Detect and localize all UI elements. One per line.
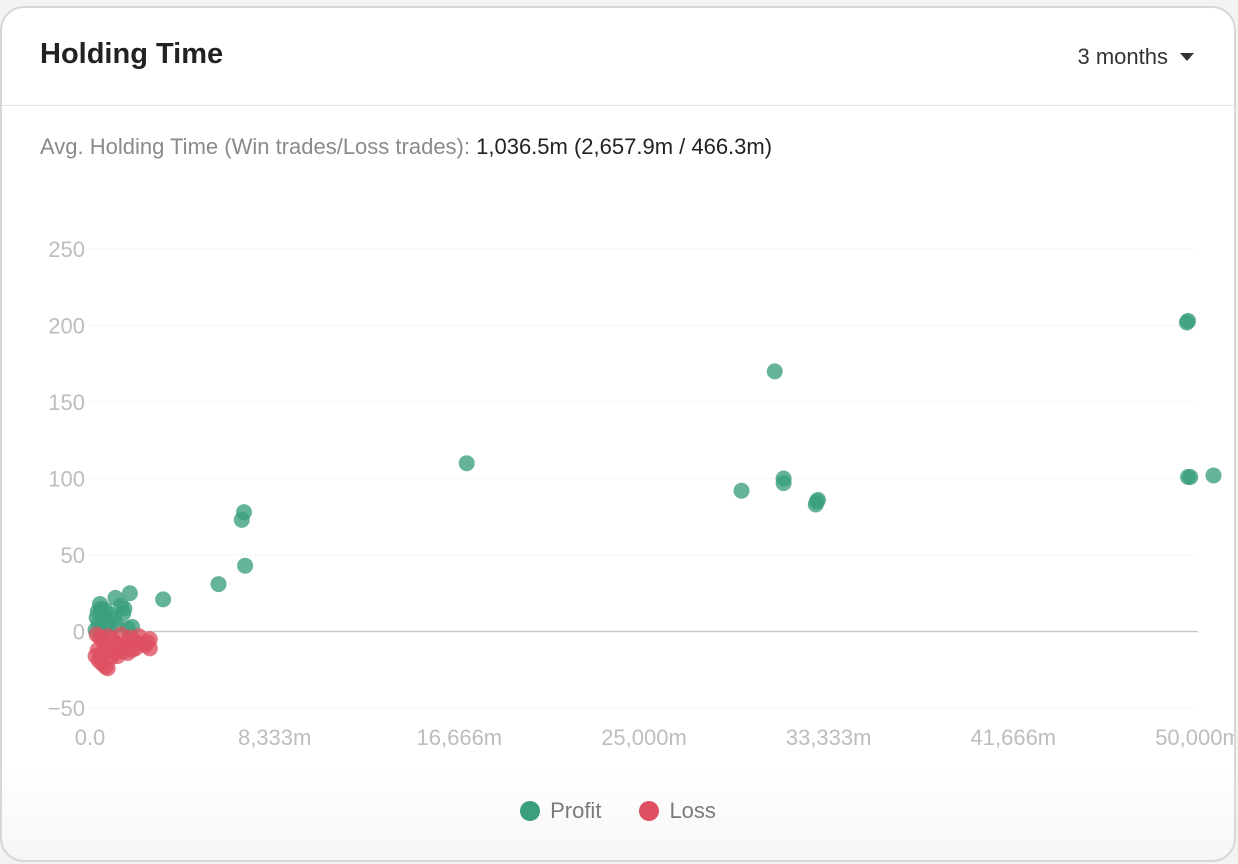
- profit-point: [155, 591, 172, 608]
- holding-time-card: Holding Time 3 months Avg. Holding Time …: [0, 6, 1236, 862]
- profit-point: [233, 511, 250, 528]
- x-tick-label: 25,000m: [601, 725, 687, 750]
- legend-label-profit: Profit: [550, 798, 602, 823]
- chart-legend: Profit Loss: [2, 798, 1234, 824]
- profit-point: [766, 363, 783, 380]
- loss-legend-dot: [639, 801, 660, 821]
- profit-point: [1182, 468, 1199, 485]
- y-tick-label: 50: [61, 543, 85, 568]
- holding-time-scatter-chart: 250 200 150 100 50 0 −50 0.0 8,333m 16,666m 25,000…: [48, 237, 1236, 750]
- x-tick-label: 0.0: [75, 725, 106, 750]
- x-tick-label: 41,666m: [971, 725, 1057, 750]
- loss-point: [141, 640, 158, 657]
- legend-item-profit[interactable]: Profit: [520, 798, 601, 824]
- profit-legend-dot: [520, 801, 541, 821]
- x-tick-label: 8,333m: [238, 725, 311, 750]
- legend-item-loss[interactable]: Loss: [639, 798, 716, 824]
- y-tick-label: 250: [48, 237, 85, 262]
- profit-point: [458, 455, 475, 472]
- y-tick-label: −50: [48, 696, 85, 721]
- profit-point: [807, 496, 824, 513]
- legend-label-loss: Loss: [669, 798, 716, 823]
- profit-point: [210, 576, 227, 593]
- y-tick-label: 150: [48, 390, 85, 415]
- x-tick-label: 16,666m: [417, 725, 503, 750]
- profit-point: [237, 557, 254, 574]
- x-tick-label: 50,000m: [1155, 725, 1236, 750]
- profit-point: [775, 475, 792, 492]
- profit-point: [733, 482, 750, 499]
- loss-point: [87, 647, 104, 664]
- y-tick-label: 200: [48, 314, 85, 339]
- loss-point: [124, 641, 141, 658]
- profit-point: [1180, 312, 1197, 329]
- x-tick-label: 33,333m: [786, 725, 872, 750]
- y-tick-label: 100: [48, 467, 85, 492]
- y-tick-label: 0: [73, 620, 85, 645]
- profit-point: [1205, 467, 1222, 484]
